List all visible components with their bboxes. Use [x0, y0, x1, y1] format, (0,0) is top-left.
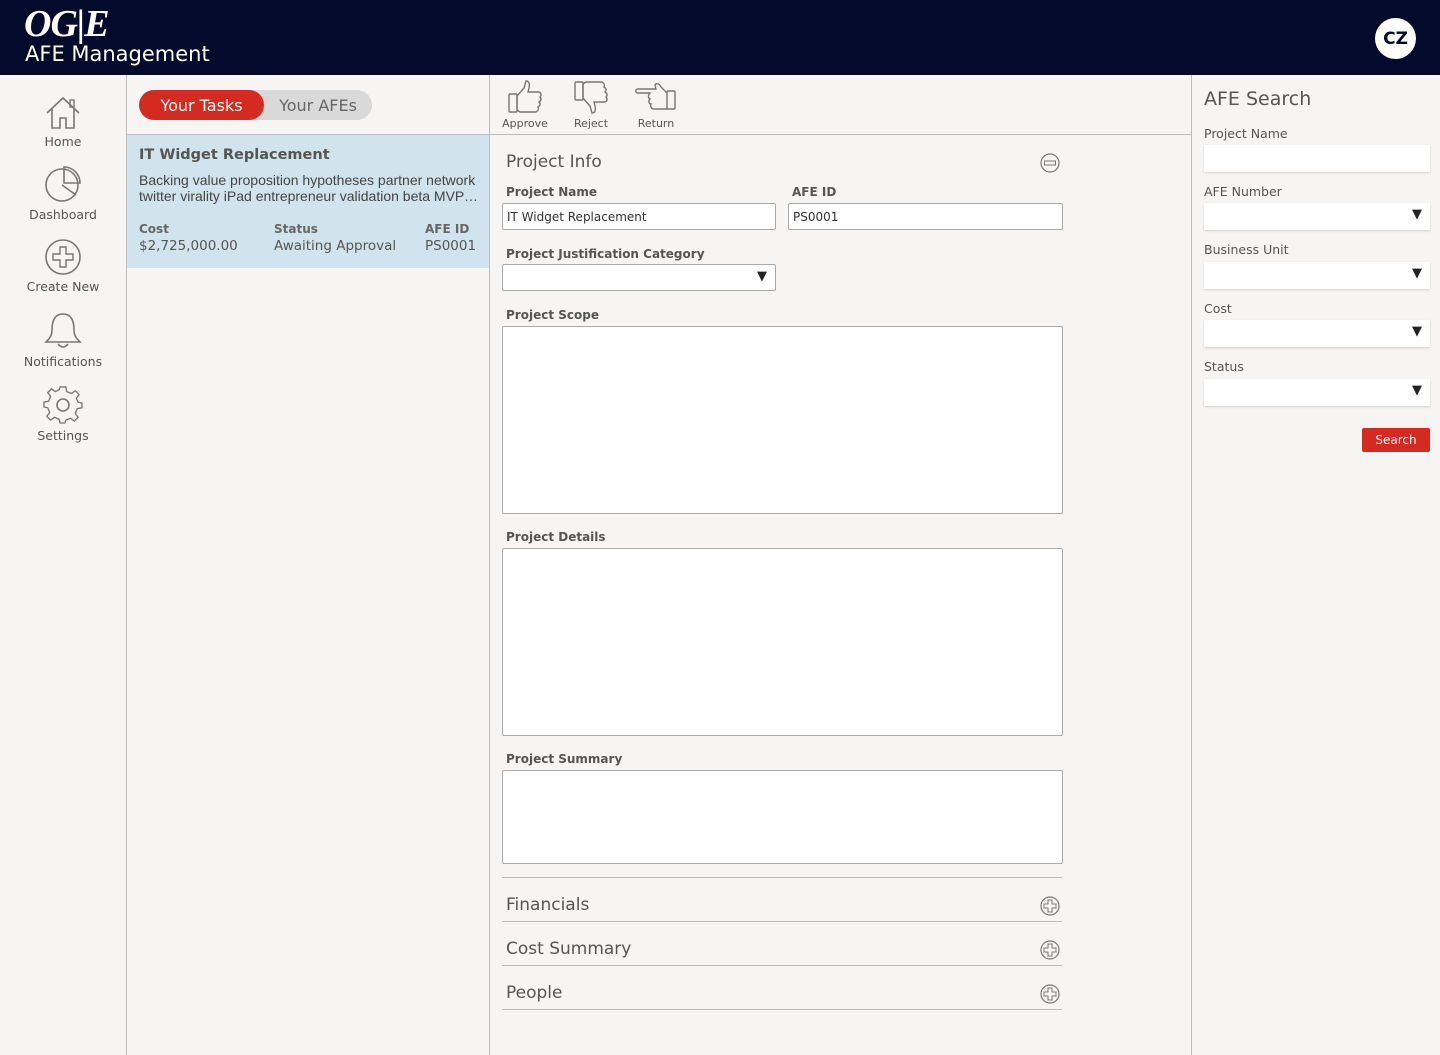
chevron-down-icon: ▼ — [757, 269, 767, 284]
task-description-line1: Backing value proposition hypotheses par… — [139, 172, 476, 188]
task-title: IT Widget Replacement — [139, 147, 330, 163]
justification-select[interactable]: ▼ — [502, 264, 776, 291]
expand-plus-icon[interactable] — [1040, 984, 1060, 1004]
reject-button[interactable]: Reject — [561, 79, 621, 130]
project-summary-label: Project Summary — [506, 752, 623, 766]
search-status-select[interactable]: ▼ — [1204, 379, 1430, 406]
nav-label-dashboard: Dashboard — [29, 207, 97, 222]
task-card[interactable]: IT Widget Replacement Backing value prop… — [127, 135, 489, 268]
reject-label: Reject — [573, 117, 609, 130]
cost-label: Cost — [139, 222, 169, 236]
pointing-hand-icon — [635, 83, 676, 110]
afe-id-field-label: AFE ID — [792, 185, 837, 199]
tab-your-afes[interactable]: Your AFEs — [264, 90, 372, 120]
status-label: Status — [274, 222, 318, 236]
nav-item-notifications[interactable]: Notifications — [0, 311, 126, 369]
afe-id-label: AFE ID — [425, 222, 470, 236]
section-cost-summary-label: Cost Summary — [506, 939, 632, 959]
search-business-unit-select[interactable]: ▼ — [1204, 262, 1430, 289]
nav-label-create-new: Create New — [26, 279, 100, 294]
section-cost-summary[interactable]: Cost Summary — [502, 921, 1062, 965]
afe-detail-panel: Approve Reject Return Project Info Proje… — [490, 75, 1191, 1055]
project-name-input[interactable] — [502, 203, 776, 230]
tasks-afes-toggle[interactable]: Your Tasks Your AFEs — [139, 90, 372, 120]
search-afe-number-select[interactable]: ▼ — [1204, 203, 1430, 230]
section-people[interactable]: People — [502, 965, 1062, 1009]
expand-plus-icon[interactable] — [1040, 896, 1060, 916]
project-details-label: Project Details — [506, 530, 606, 544]
search-button[interactable]: Search — [1362, 428, 1430, 452]
task-description: Backing value proposition hypotheses par… — [139, 172, 479, 204]
search-cost-label: Cost — [1204, 301, 1232, 316]
section-people-label: People — [506, 983, 563, 1003]
afe-search-panel: AFE Search Project Name AFE Number ▼ Bus… — [1191, 75, 1440, 1055]
bell-icon — [44, 313, 82, 348]
nav-label-home: Home — [44, 134, 82, 149]
chevron-down-icon: ▼ — [1412, 266, 1422, 281]
chevron-down-icon: ▼ — [1412, 207, 1422, 222]
section-financials[interactable]: Financials — [502, 877, 1062, 921]
search-status-label: Status — [1204, 359, 1244, 374]
nav-item-create-new[interactable]: Create New — [0, 238, 126, 294]
project-scope-label: Project Scope — [506, 308, 599, 322]
project-summary-textarea[interactable] — [502, 770, 1063, 864]
expand-plus-icon[interactable] — [1040, 940, 1060, 960]
chevron-down-icon: ▼ — [1412, 383, 1422, 398]
approve-button[interactable]: Approve — [495, 79, 555, 130]
afe-id-input[interactable] — [788, 203, 1063, 230]
tab-your-tasks[interactable]: Your Tasks — [139, 90, 264, 120]
nav-item-settings[interactable]: Settings — [0, 385, 126, 443]
chevron-down-icon: ▼ — [1412, 324, 1422, 339]
search-afe-number-label: AFE Number — [1204, 184, 1282, 199]
nav-label-notifications: Notifications — [23, 354, 103, 369]
thumbs-up-icon — [508, 80, 542, 113]
app-title: AFE Management — [25, 42, 210, 66]
afe-id-value: PS0001 — [425, 238, 477, 254]
sidebar-nav: Home Dashboard Create New Notifications … — [0, 75, 127, 1055]
pie-chart-icon — [45, 166, 81, 202]
search-cost-select[interactable]: ▼ — [1204, 320, 1430, 347]
project-scope-textarea[interactable] — [502, 326, 1063, 514]
return-label: Return — [637, 117, 675, 130]
company-logo[interactable]: OG|E — [24, 4, 110, 44]
search-project-name-label: Project Name — [1204, 126, 1288, 141]
task-list-panel: Your Tasks Your AFEs IT Widget Replaceme… — [127, 75, 490, 1055]
plus-circle-icon — [45, 239, 81, 275]
search-business-unit-label: Business Unit — [1204, 242, 1289, 257]
task-description-line2: twitter virality iPad entrepreneur valid… — [139, 188, 479, 204]
action-toolbar: Approve Reject Return — [490, 75, 1191, 135]
section-financials-label: Financials — [506, 895, 590, 915]
project-name-label: Project Name — [506, 185, 598, 199]
search-title: AFE Search — [1204, 88, 1312, 110]
divider — [502, 1009, 1062, 1010]
justification-label: Project Justification Category — [506, 247, 705, 261]
nav-label-settings: Settings — [37, 428, 89, 443]
collapse-minus-icon[interactable] — [1040, 153, 1060, 173]
section-title-project-info: Project Info — [506, 152, 602, 172]
search-project-name-input[interactable] — [1204, 145, 1430, 172]
status-value: Awaiting Approval — [274, 238, 397, 254]
home-icon — [46, 96, 80, 129]
project-details-textarea[interactable] — [502, 548, 1063, 736]
nav-item-home[interactable]: Home — [0, 95, 126, 149]
app-header: OG|E AFE Management CZ — [0, 0, 1440, 75]
user-avatar[interactable]: CZ — [1375, 18, 1416, 59]
return-button[interactable]: Return — [626, 79, 686, 130]
cost-value: $2,725,000.00 — [139, 238, 238, 254]
approve-label: Approve — [502, 117, 548, 130]
thumbs-down-icon — [574, 81, 608, 114]
nav-item-dashboard[interactable]: Dashboard — [0, 164, 126, 222]
gear-icon — [43, 386, 83, 424]
